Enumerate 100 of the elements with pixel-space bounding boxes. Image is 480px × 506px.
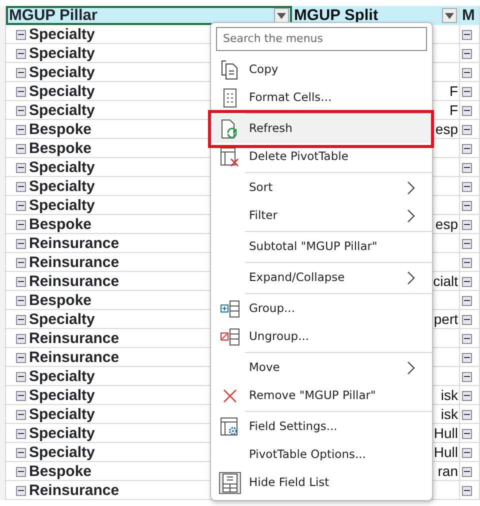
collapse-icon[interactable] <box>462 220 472 230</box>
table-cell: Bespoke <box>29 215 92 234</box>
table-cell: ran <box>438 462 458 481</box>
collapse-icon[interactable] <box>462 86 472 96</box>
menu-item[interactable]: Delete PivotTable <box>211 142 432 170</box>
collapse-icon[interactable] <box>462 124 472 134</box>
delete-table-icon <box>220 146 240 166</box>
collapse-icon[interactable] <box>16 390 26 400</box>
collapse-icon[interactable] <box>16 486 26 496</box>
ungroup-icon <box>220 328 240 346</box>
filter-dropdown-button[interactable] <box>442 8 457 23</box>
collapse-icon[interactable] <box>462 466 472 476</box>
menu-item[interactable]: Expand/Collapse <box>211 264 432 292</box>
collapse-icon[interactable] <box>462 238 472 248</box>
collapse-icon[interactable] <box>462 372 472 382</box>
collapse-icon[interactable] <box>16 296 26 306</box>
search-field[interactable]: Search the menus <box>216 26 427 50</box>
collapse-icon[interactable] <box>16 48 26 58</box>
collapse-icon[interactable] <box>16 182 26 192</box>
menu-item[interactable]: Sort <box>211 174 432 202</box>
collapse-icon[interactable] <box>16 334 26 344</box>
table-cell: Reinsurance <box>29 329 120 348</box>
menu-item[interactable]: Move <box>211 354 432 382</box>
collapse-icon[interactable] <box>16 238 26 248</box>
filter-dropdown-button[interactable] <box>274 8 289 23</box>
collapse-icon[interactable] <box>16 258 26 268</box>
collapse-icon[interactable] <box>16 428 26 438</box>
collapse-icon[interactable] <box>16 124 26 134</box>
table-cell: F <box>449 101 458 120</box>
table-cell: isk <box>440 386 458 405</box>
table-cell: Specialty <box>29 405 95 424</box>
collapse-icon[interactable] <box>462 30 472 40</box>
table-cell: Specialty <box>29 63 95 82</box>
collapse-icon[interactable] <box>16 106 26 116</box>
table-cell: Specialty <box>29 196 95 215</box>
collapse-icon[interactable] <box>462 68 472 78</box>
table-cell: Hull <box>434 424 458 443</box>
menu-item[interactable]: Filter <box>211 202 432 230</box>
menu-item[interactable]: Subtotal "MGUP Pillar" <box>211 232 432 260</box>
table-cell: Bespoke <box>29 291 92 310</box>
collapse-icon[interactable] <box>462 106 472 116</box>
menu-item[interactable]: PivotTable Options... <box>211 440 432 468</box>
collapse-icon[interactable] <box>462 258 472 268</box>
table-cell: F <box>449 82 458 101</box>
table-cell: Reinsurance <box>29 481 120 500</box>
table-cell: Reinsurance <box>29 253 120 272</box>
collapse-icon[interactable] <box>16 314 26 324</box>
collapse-icon[interactable] <box>16 30 26 40</box>
table-cell: Bespoke <box>29 462 92 481</box>
copy-icon <box>221 60 239 80</box>
menu-item[interactable]: Ungroup... <box>211 322 432 350</box>
collapse-icon[interactable] <box>16 352 26 362</box>
table-cell: Bespoke <box>29 139 92 158</box>
collapse-icon[interactable] <box>16 200 26 210</box>
collapse-icon[interactable] <box>16 372 26 382</box>
collapse-icon[interactable] <box>462 314 472 324</box>
group-icon <box>220 300 240 318</box>
table-cell: Specialty <box>29 424 95 443</box>
collapse-icon[interactable] <box>462 352 472 362</box>
format-cells-icon <box>223 88 237 108</box>
collapse-icon[interactable] <box>16 466 26 476</box>
collapse-icon[interactable] <box>16 220 26 230</box>
collapse-icon[interactable] <box>462 144 472 154</box>
collapse-icon[interactable] <box>16 162 26 172</box>
collapse-icon[interactable] <box>462 200 472 210</box>
table-cell: Specialty <box>29 25 95 44</box>
collapse-icon[interactable] <box>462 448 472 458</box>
collapse-icon[interactable] <box>462 276 472 286</box>
collapse-icon[interactable] <box>462 296 472 306</box>
collapse-icon[interactable] <box>16 448 26 458</box>
table-cell: Specialty <box>29 101 95 120</box>
collapse-icon[interactable] <box>16 144 26 154</box>
collapse-icon[interactable] <box>462 428 472 438</box>
column-header[interactable]: MGUP Pillar <box>6 6 292 25</box>
collapse-icon[interactable] <box>16 68 26 78</box>
collapse-icon[interactable] <box>462 486 472 496</box>
table-cell: isk <box>440 405 458 424</box>
table-cell: Reinsurance <box>29 348 120 367</box>
collapse-icon[interactable] <box>462 182 472 192</box>
collapse-icon[interactable] <box>462 48 472 58</box>
collapse-icon[interactable] <box>462 410 472 420</box>
table-cell: Specialty <box>29 367 95 386</box>
column-header[interactable]: M <box>460 6 480 25</box>
menu-item[interactable]: Remove "MGUP Pillar" <box>211 382 432 410</box>
collapse-icon[interactable] <box>16 86 26 96</box>
table-cell: Specialty <box>29 386 95 405</box>
table-cell: Bespoke <box>29 120 92 139</box>
menu-item[interactable]: Hide Field List <box>211 468 432 496</box>
menu-item[interactable]: Copy <box>211 56 432 84</box>
menu-item[interactable]: Format Cells... <box>211 84 432 112</box>
collapse-icon[interactable] <box>462 390 472 400</box>
collapse-icon[interactable] <box>462 162 472 172</box>
menu-item[interactable]: Field Settings... <box>211 412 432 440</box>
menu-item[interactable]: Refresh <box>211 114 432 142</box>
table-cell: Hull <box>434 443 458 462</box>
field-settings-icon <box>220 416 240 436</box>
menu-item[interactable]: Group... <box>211 294 432 322</box>
collapse-icon[interactable] <box>462 334 472 344</box>
collapse-icon[interactable] <box>16 410 26 420</box>
collapse-icon[interactable] <box>16 276 26 286</box>
